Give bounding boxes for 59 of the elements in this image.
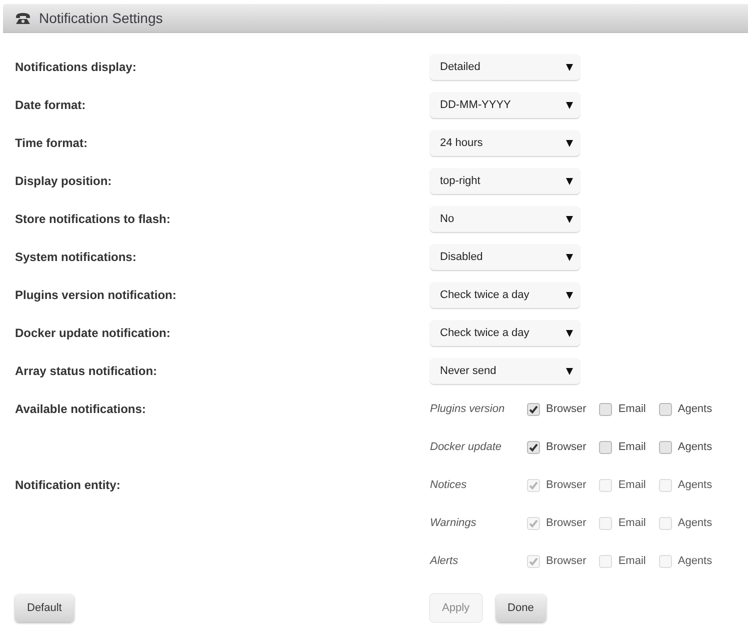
caret-icon	[566, 140, 573, 146]
checkbox-label: Browser	[546, 479, 586, 491]
dropdown[interactable]: Detailed	[430, 54, 580, 80]
checkbox[interactable]	[599, 440, 612, 454]
setting-label: Plugins version notification:	[15, 288, 176, 302]
dropdown[interactable]: Disabled	[430, 244, 580, 270]
notification-type-label: Notices	[430, 479, 468, 491]
notification-type-label: Plugins version	[430, 403, 506, 415]
caret-icon	[566, 102, 573, 108]
notification-type-label: Docker update	[430, 441, 503, 453]
checkbox-label: Agents	[678, 517, 712, 529]
checkbox-label: Browser	[546, 555, 586, 567]
setting-label: Store notifications to flash:	[15, 212, 170, 226]
checkbox-label: Agents	[678, 403, 712, 415]
checkbox-label: Agents	[678, 479, 712, 491]
default-button[interactable]: Default	[15, 594, 74, 622]
dropdown[interactable]: Check twice a day	[430, 320, 580, 346]
checkbox[interactable]	[658, 402, 672, 416]
setting-label: Array status notification:	[15, 364, 158, 378]
dropdown[interactable]: top-right	[430, 168, 580, 194]
setting-label: Time format:	[15, 136, 88, 150]
setting-label: Display position:	[15, 174, 112, 188]
checkbox-label: Browser	[546, 517, 586, 529]
setting-label: Date format:	[15, 98, 86, 112]
checkbox[interactable]	[527, 440, 540, 454]
setting-label: Docker update notification:	[15, 326, 170, 340]
notification-type-label: Warnings	[430, 517, 478, 529]
dropdown[interactable]: Check twice a day	[430, 282, 580, 308]
checkbox-label: Email	[618, 479, 646, 491]
dropdown[interactable]: No	[430, 206, 580, 232]
checkbox-label: Browser	[546, 403, 586, 415]
setting-label: System notifications:	[15, 250, 136, 264]
caret-icon	[566, 178, 573, 184]
dropdown[interactable]: Never send	[430, 358, 580, 384]
caret-icon	[566, 368, 573, 374]
checkbox-label: Agents	[678, 555, 712, 567]
caret-icon	[566, 64, 573, 70]
setting-label: Notifications display:	[15, 60, 136, 74]
caret-icon	[566, 216, 573, 222]
dropdown[interactable]: 24 hours	[430, 130, 580, 156]
dropdown[interactable]: DD-MM-YYYY	[430, 92, 580, 118]
notification-type-label: Alerts	[430, 555, 460, 567]
header-title: Notification Settings	[39, 10, 163, 26]
caret-icon	[566, 292, 573, 298]
checkbox-label: Email	[618, 555, 646, 567]
checkbox-label: Agents	[678, 441, 712, 453]
checkbox[interactable]	[599, 402, 612, 416]
checkbox-label: Email	[618, 403, 646, 415]
phone-icon	[15, 12, 31, 24]
action-button[interactable]: Done	[496, 594, 546, 622]
caret-icon	[566, 330, 573, 336]
checkbox-label: Browser	[546, 441, 586, 453]
setting-label: Notification entity:	[15, 478, 120, 492]
caret-icon	[566, 254, 573, 260]
setting-label: Available notifications:	[15, 402, 146, 416]
checkbox[interactable]	[527, 402, 540, 416]
checkbox-label: Email	[618, 517, 646, 529]
checkbox[interactable]	[658, 440, 672, 454]
checkbox-label: Email	[618, 441, 646, 453]
